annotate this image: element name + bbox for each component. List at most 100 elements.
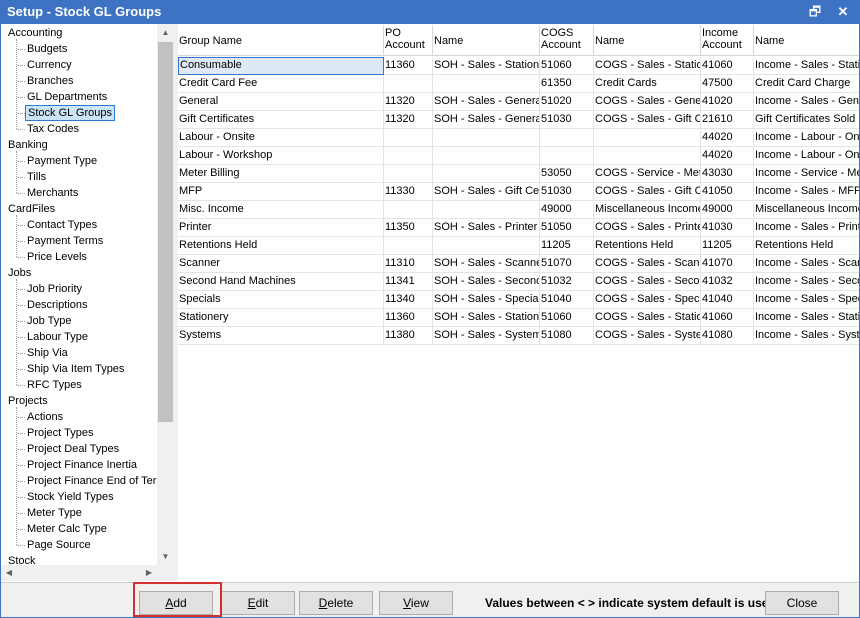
table-cell[interactable]: 11320 [384, 93, 433, 111]
table-cell[interactable]: Income - Labour - Onsite [754, 147, 859, 165]
table-cell[interactable]: Meter Billing [178, 165, 384, 183]
table-cell[interactable]: 51030 [540, 183, 594, 201]
tree-item[interactable]: Project Types [27, 425, 93, 441]
tree-item[interactable]: Payment Type [27, 153, 97, 169]
table-cell[interactable]: Miscellaneous Income [754, 201, 859, 219]
table-cell[interactable] [384, 201, 433, 219]
tree-item[interactable]: Descriptions [27, 297, 88, 313]
tree-item[interactable]: Actions [27, 409, 63, 425]
table-cell[interactable] [384, 237, 433, 255]
column-header[interactable]: Name [594, 25, 701, 56]
table-cell[interactable]: Income - Sales - Stationery [754, 309, 859, 327]
table-cell[interactable]: 47500 [701, 75, 754, 93]
table-cell[interactable]: SOH - Sales - General [433, 93, 540, 111]
table-cell[interactable]: 51020 [540, 93, 594, 111]
table-cell[interactable]: 21610 [701, 111, 754, 129]
edit-button[interactable]: Edit [221, 591, 295, 615]
tree-item[interactable]: Stock Yield Types [27, 489, 114, 505]
table-cell[interactable]: 51080 [540, 327, 594, 345]
tree-item[interactable]: Payment Terms [27, 233, 103, 249]
tree-item-selected[interactable]: Stock GL Groups [25, 105, 115, 121]
tree-item[interactable]: RFC Types [27, 377, 82, 393]
table-cell[interactable] [433, 147, 540, 165]
table-row[interactable]: Misc. Income 49000 Miscellaneous Income 490… [178, 201, 859, 219]
tree-item[interactable]: Ship Via Item Types [27, 361, 124, 377]
table-cell[interactable]: Second Hand Machines [178, 273, 384, 291]
table-cell[interactable]: Income - Sales - Printer [754, 219, 859, 237]
table-cell[interactable] [540, 129, 594, 147]
table-row[interactable]: Second Hand Machines 11341 SOH - Sales - S… [178, 273, 859, 291]
column-header[interactable]: COGS Account [540, 25, 594, 56]
table-cell[interactable]: SOH - Sales - Gift Certificates [433, 183, 540, 201]
table-cell[interactable]: 41040 [701, 291, 754, 309]
table-row[interactable]: Systems 11380 SOH - Sales - Systems 51080 CO… [178, 327, 859, 345]
table-cell[interactable]: COGS - Sales - Stationery [594, 57, 701, 75]
table-cell[interactable]: 53050 [540, 165, 594, 183]
delete-button[interactable]: Delete [299, 591, 373, 615]
tree-category[interactable]: Banking [8, 137, 48, 153]
table-cell[interactable]: Retentions Held [594, 237, 701, 255]
table-row[interactable]: Printer 11350 SOH - Sales - Printer 51050 CO… [178, 219, 859, 237]
table-cell[interactable]: Gift Certificates [178, 111, 384, 129]
tree-item[interactable]: Job Priority [27, 281, 82, 297]
tree-item[interactable]: Contact Types [27, 217, 97, 233]
table-cell[interactable] [433, 237, 540, 255]
table-cell[interactable]: COGS - Sales - Systems [594, 327, 701, 345]
table-row[interactable]: Retentions Held 11205 Retentions Held 11205… [178, 237, 859, 255]
table-cell[interactable]: COGS - Sales - Scanner [594, 255, 701, 273]
table-cell[interactable]: 41020 [701, 93, 754, 111]
table-cell[interactable] [433, 129, 540, 147]
table-row[interactable]: Specials 11340 SOH - Sales - Specials 51040… [178, 291, 859, 309]
table-cell[interactable]: 61350 [540, 75, 594, 93]
scroll-down-icon[interactable]: ▼ [157, 548, 174, 565]
table-cell[interactable] [433, 201, 540, 219]
table-cell[interactable]: SOH - Sales - Specials [433, 291, 540, 309]
table-cell[interactable]: General [178, 93, 384, 111]
table-cell[interactable]: Income - Sales - Scanner [754, 255, 859, 273]
table-cell[interactable]: Specials [178, 291, 384, 309]
table-cell[interactable]: 11341 [384, 273, 433, 291]
table-cell[interactable]: 41070 [701, 255, 754, 273]
table-cell[interactable]: 11380 [384, 327, 433, 345]
table-cell[interactable] [594, 147, 701, 165]
table-cell[interactable]: Stationery [178, 309, 384, 327]
table-cell[interactable] [540, 147, 594, 165]
table-cell[interactable]: SOH - Sales - Second Hand [433, 273, 540, 291]
table-cell[interactable]: COGS - Sales - Printer [594, 219, 701, 237]
table-cell[interactable] [384, 147, 433, 165]
table-cell[interactable]: 51040 [540, 291, 594, 309]
column-header[interactable]: Income Account [701, 25, 754, 56]
table-cell[interactable]: 11320 [384, 111, 433, 129]
tree-item[interactable]: Project Deal Types [27, 441, 119, 457]
close-button[interactable]: Close [765, 591, 839, 615]
table-row[interactable]: Stationery11360SOH - Sales - Stationery5… [178, 309, 859, 327]
tree-item[interactable]: Meter Type [27, 505, 82, 521]
tree-item[interactable]: Currency [27, 57, 72, 73]
table-cell[interactable]: Income - Sales - Second Hand [754, 273, 859, 291]
table-cell[interactable]: Credit Cards [594, 75, 701, 93]
table-cell[interactable]: Income - Sales - MFP [754, 183, 859, 201]
table-row[interactable]: Labour - Workshop 44020 Income - Labour - … [178, 147, 859, 165]
table-cell[interactable]: 51060 [540, 57, 594, 75]
tree-item[interactable]: Page Source [27, 537, 91, 553]
table-cell[interactable]: Labour - Workshop [178, 147, 384, 165]
table-cell[interactable]: MFP [178, 183, 384, 201]
restore-icon[interactable]: 🗗 [806, 3, 824, 21]
scroll-up-icon[interactable]: ▲ [157, 24, 174, 41]
table-cell[interactable]: SOH - Sales - Scanner [433, 255, 540, 273]
column-header[interactable]: Name [433, 25, 540, 56]
table-cell[interactable]: COGS - Sales - Gift Certificates [594, 111, 701, 129]
table-cell[interactable]: 44020 [701, 129, 754, 147]
table-cell[interactable]: 11205 [540, 237, 594, 255]
tree-vertical-scrollbar[interactable]: ▲ ▼ [157, 24, 174, 565]
tree-item[interactable]: Ship Via [27, 345, 68, 361]
scrollbar-thumb[interactable] [158, 42, 173, 422]
table-row[interactable]: Labour - Onsite 44020 Income - Labour - On… [178, 129, 859, 147]
tree-item[interactable]: Project Finance Inertia [27, 457, 137, 473]
column-header[interactable]: PO Account [384, 25, 433, 56]
tree-item[interactable]: Job Type [27, 313, 71, 329]
table-cell[interactable]: Income - Labour - Onsite [754, 129, 859, 147]
table-cell[interactable]: Misc. Income [178, 201, 384, 219]
table-cell[interactable]: 51070 [540, 255, 594, 273]
table-cell[interactable]: 43030 [701, 165, 754, 183]
